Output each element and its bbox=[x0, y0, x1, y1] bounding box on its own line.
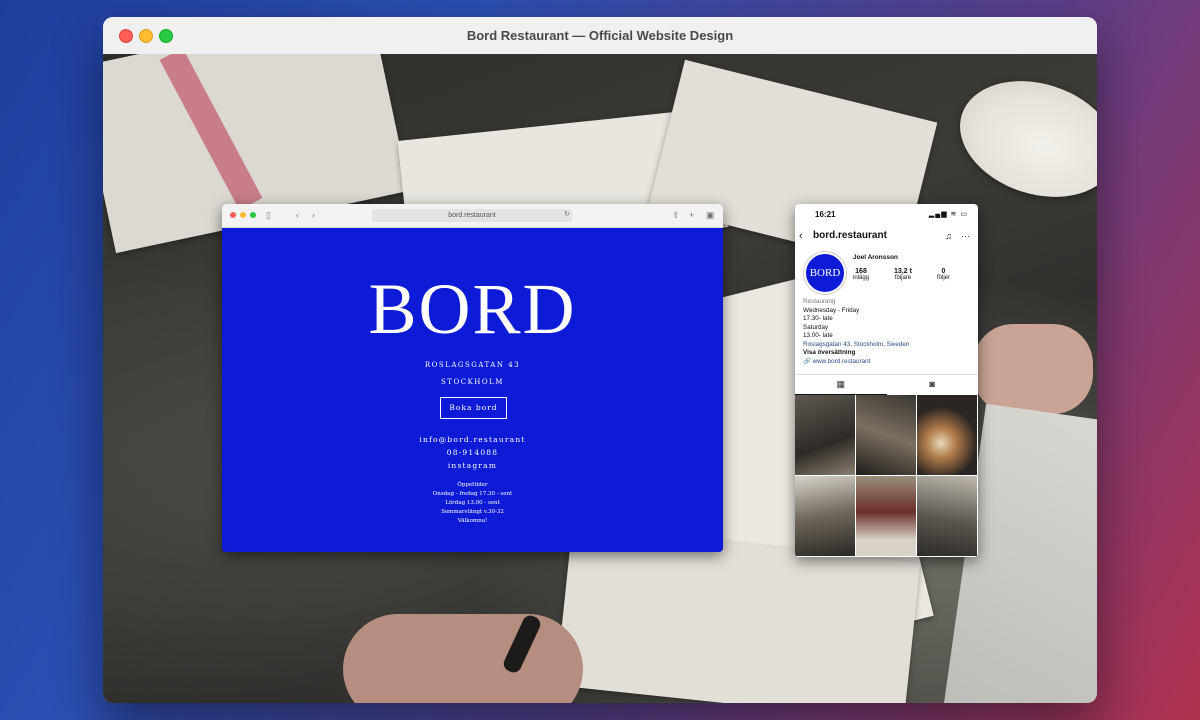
bio-line: Wednesday - Friday bbox=[803, 306, 860, 314]
hours-title: Öppettider bbox=[457, 482, 488, 488]
see-translation-link[interactable]: Visa översättning bbox=[803, 349, 855, 358]
bio-line: 13.00- late bbox=[803, 332, 833, 339]
back-arrow-icon[interactable]: ‹ bbox=[799, 228, 803, 244]
sidebar-icon[interactable]: ▯ bbox=[266, 208, 271, 222]
browser-zoom-dot[interactable] bbox=[250, 212, 256, 218]
reload-icon[interactable]: ↻ bbox=[564, 208, 570, 222]
profile-username: bord.restaurant bbox=[813, 230, 887, 241]
tabs-icon[interactable]: ▣ bbox=[706, 208, 715, 222]
book-table-button[interactable]: Boka bord bbox=[440, 397, 507, 419]
bord-logo: BORD bbox=[368, 269, 577, 349]
grid-tab-icon[interactable]: ▦ bbox=[795, 375, 887, 395]
bio-line: Saturday bbox=[803, 323, 829, 331]
grid-photo[interactable] bbox=[856, 476, 916, 556]
hours-line: Lördag 13.00 - sent bbox=[445, 500, 500, 506]
hand-right bbox=[973, 324, 1093, 414]
hand-bottom bbox=[343, 614, 583, 703]
stat-following[interactable]: 0 följer bbox=[937, 268, 950, 281]
hours-line: Sommarstängt v.30-32 bbox=[441, 509, 504, 515]
instagram-link[interactable]: instagram bbox=[222, 461, 723, 470]
instagram-phone-mockup: 16:21 ▂▄▆ ≋ ▭ ‹ bord.restaurant ♫ ··· BO… bbox=[795, 204, 978, 557]
grid-photo[interactable] bbox=[917, 476, 977, 556]
hours-line: Välkomna! bbox=[457, 518, 488, 524]
bell-icon[interactable]: ♫ bbox=[945, 228, 952, 244]
display-name: Joel Aronsson bbox=[853, 254, 898, 261]
website-link[interactable]: 🔗 www.bord.restaurant bbox=[803, 358, 870, 367]
avatar[interactable]: BORD bbox=[804, 252, 846, 294]
hours-line: Onsdag - fredag 17.30 - sent bbox=[432, 491, 513, 497]
status-time: 16:21 bbox=[815, 210, 836, 219]
website-content: BORD ROSLAGSGATAN 43 STOCKHOLM Boka bord… bbox=[222, 227, 723, 552]
browser-address-bar[interactable]: bord.restaurant bbox=[372, 209, 572, 222]
bio-category: Restaurang bbox=[803, 298, 836, 305]
grid-photo[interactable] bbox=[856, 395, 916, 475]
stat-value: 0 bbox=[941, 268, 946, 275]
browser-close-dot[interactable] bbox=[230, 212, 236, 218]
profile-tabs: ▦ ◙ bbox=[795, 374, 978, 395]
bio-line: 17.30- late bbox=[803, 315, 833, 322]
address-line-2: STOCKHOLM bbox=[441, 378, 504, 386]
more-icon[interactable]: ··· bbox=[961, 228, 970, 244]
back-icon[interactable]: ‹ bbox=[296, 208, 299, 222]
photo-background: ▯ ‹ › bord.restaurant ↻ ⇪ + ▣ BORD ROSLA… bbox=[103, 54, 1097, 703]
grid-photo[interactable] bbox=[917, 395, 977, 475]
photo-grid bbox=[795, 395, 978, 557]
stat-label: följare bbox=[894, 275, 912, 281]
stat-value: 168 bbox=[855, 268, 867, 275]
new-tab-icon[interactable]: + bbox=[689, 208, 694, 222]
email-link[interactable]: info@bord.restaurant bbox=[222, 435, 723, 444]
stat-label: inlägg bbox=[853, 275, 870, 281]
app-window: Bord Restaurant — Official Website Desig… bbox=[103, 17, 1097, 703]
share-icon[interactable]: ⇪ bbox=[672, 208, 680, 222]
browser-mockup: ▯ ‹ › bord.restaurant ↻ ⇪ + ▣ BORD ROSLA… bbox=[222, 204, 723, 552]
phone-link[interactable]: 08-914088 bbox=[222, 448, 723, 457]
plate bbox=[944, 61, 1097, 217]
browser-toolbar: ▯ ‹ › bord.restaurant ↻ ⇪ + ▣ bbox=[222, 204, 723, 228]
address-line-1: ROSLAGSGATAN 43 bbox=[424, 361, 521, 369]
grid-photo[interactable] bbox=[795, 476, 855, 556]
stat-posts[interactable]: 168 inlägg bbox=[853, 268, 869, 281]
title-bar: Bord Restaurant — Official Website Desig… bbox=[103, 17, 1097, 55]
stat-followers[interactable]: 13,2 t följare bbox=[894, 268, 912, 281]
browser-minimize-dot[interactable] bbox=[240, 212, 246, 218]
website-link-text: www.bord.restaurant bbox=[812, 357, 871, 365]
window-title: Bord Restaurant — Official Website Desig… bbox=[466, 28, 734, 43]
tagged-tab-icon[interactable]: ◙ bbox=[887, 375, 979, 394]
link-icon: 🔗 bbox=[803, 357, 811, 365]
profile-header: ‹ bord.restaurant ♫ ··· bbox=[795, 228, 978, 244]
forward-icon[interactable]: › bbox=[312, 208, 315, 222]
stat-value: 13,2 t bbox=[894, 268, 912, 275]
status-icons: ▂▄▆ ≋ ▭ bbox=[928, 211, 968, 218]
grid-photo[interactable] bbox=[795, 395, 855, 475]
bio-location-link[interactable]: Roslagsgatan 43, Stockholm, Sweden bbox=[803, 341, 909, 350]
stat-label: följer bbox=[937, 275, 951, 281]
